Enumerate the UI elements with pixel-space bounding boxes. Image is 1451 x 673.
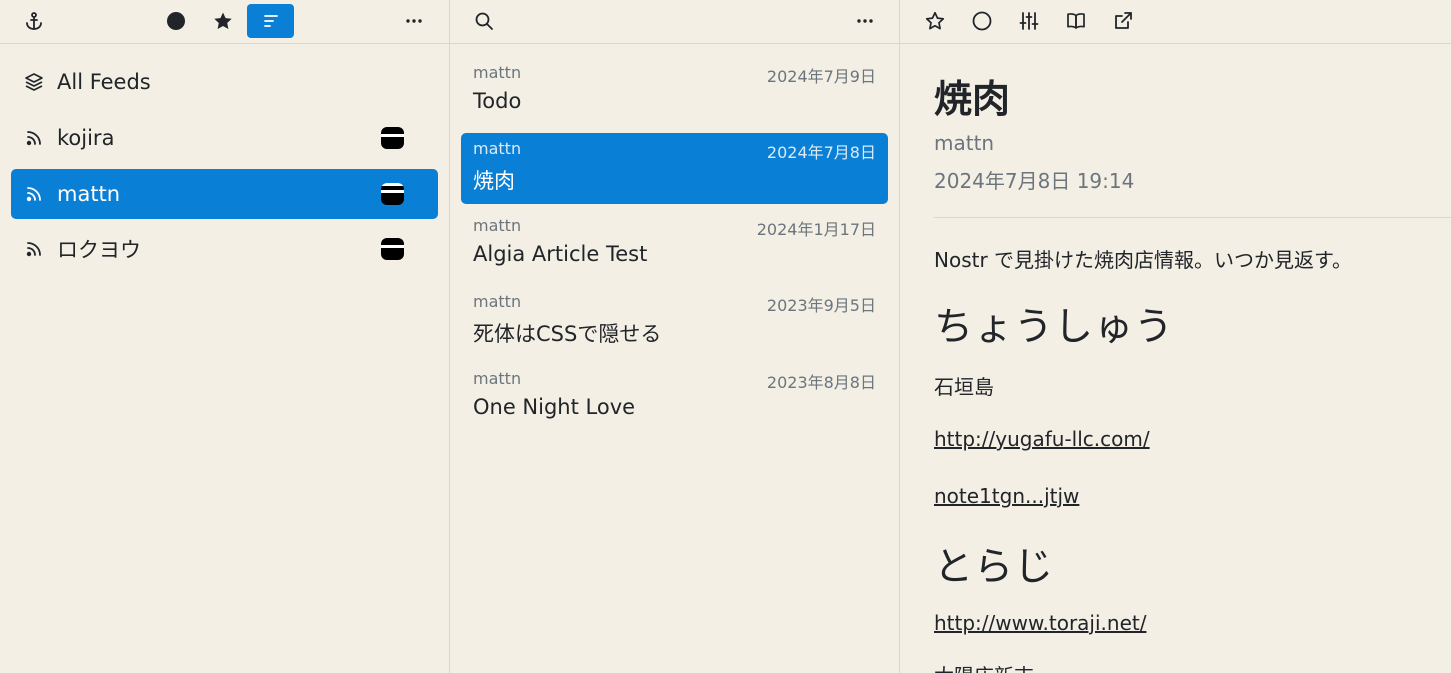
article-author: mattn: [473, 216, 522, 235]
feed-item-kojira[interactable]: kojira: [11, 113, 438, 163]
star-outline-icon: [925, 11, 945, 30]
articles-toolbar: [450, 0, 899, 44]
feed-badge-icon: [381, 127, 404, 149]
more-horizontal-icon: [857, 19, 873, 23]
feed-item-all-feeds[interactable]: All Feeds: [11, 57, 438, 107]
article-author: mattn: [473, 139, 522, 158]
layers-icon: [23, 71, 45, 93]
mark-unread-button[interactable]: [964, 4, 1000, 38]
star-filled-icon: [214, 12, 232, 29]
article-title: 焼肉: [473, 169, 515, 193]
article-title: One Night Love: [473, 395, 636, 419]
article-date: 2023年8月8日: [766, 373, 876, 392]
articles-pane: mattn 2024年7月9日 Todo mattn 2024年7月8日 焼肉 …: [450, 0, 900, 673]
article-item[interactable]: mattn 2024年1月17日 Algia Article Test: [461, 210, 888, 281]
content-heading: ちょうしゅう: [934, 305, 1175, 350]
reader-toolbar: [900, 0, 1451, 44]
articles-more-button[interactable]: [847, 4, 883, 38]
circle-outline-icon: [972, 11, 992, 31]
anchor-button[interactable]: [16, 4, 52, 38]
article-date: 2023年9月5日: [766, 296, 876, 315]
feed-item-rokuyou[interactable]: ロクヨウ: [11, 224, 438, 274]
settings-button[interactable]: [1011, 4, 1047, 38]
feeds-toolbar: [0, 0, 449, 44]
content-paragraph: 石垣島: [934, 375, 994, 399]
star-button[interactable]: [917, 4, 953, 38]
sliders-icon: [1019, 12, 1039, 30]
unread-filter-button[interactable]: [158, 4, 194, 38]
reader-pane: 焼肉 mattn 2024年7月8日 19:14 Nostr で見掛けた焼肉店情…: [900, 0, 1451, 673]
article-item[interactable]: mattn 2024年7月9日 Todo: [461, 57, 888, 128]
more-horizontal-icon: [406, 19, 422, 23]
search-icon: [475, 12, 493, 30]
content-paragraph: Nostr で見掛けた焼肉店情報。いつか見返す。: [934, 248, 1353, 272]
content-paragraph: 太陽店新吉: [934, 660, 1034, 673]
reader-view-button[interactable]: [1058, 4, 1094, 38]
feed-item-mattn[interactable]: mattn: [11, 169, 438, 219]
article-title: Algia Article Test: [473, 242, 648, 266]
content-link[interactable]: http://www.toraji.net/: [934, 611, 1146, 635]
external-link-icon: [1115, 12, 1132, 29]
content-link[interactable]: note1tgn...jtjw: [934, 484, 1079, 508]
list-left-icon: [263, 15, 278, 27]
filled-circle-icon: [167, 12, 185, 30]
article-author: mattn: [473, 292, 522, 311]
article-date: 2024年7月9日: [766, 67, 876, 86]
search-button[interactable]: [466, 4, 502, 38]
feed-label: ロクヨウ: [57, 238, 141, 262]
article-title: Todo: [473, 89, 522, 113]
article-heading: 焼肉: [934, 77, 1011, 121]
feed-label: mattn: [57, 182, 121, 206]
content-heading: とらじ: [934, 545, 1055, 590]
article-datetime: 2024年7月8日 19:14: [934, 169, 1135, 193]
article-item[interactable]: mattn 2023年9月5日 死体はCSSで隠せる: [461, 286, 888, 357]
article-item-selected[interactable]: mattn 2024年7月8日 焼肉: [461, 133, 888, 204]
open-external-button[interactable]: [1105, 4, 1141, 38]
article-date: 2024年1月17日: [756, 220, 876, 239]
feeds-pane: All Feeds kojira mattn ロクヨウ: [0, 0, 450, 673]
article-item[interactable]: mattn 2023年8月8日 One Night Love: [461, 363, 888, 434]
feed-label: All Feeds: [57, 70, 151, 94]
header-divider: [934, 217, 1451, 218]
article-date: 2024年7月8日: [766, 143, 876, 162]
rss-icon: [23, 183, 45, 205]
starred-filter-button[interactable]: [205, 4, 241, 38]
all-filter-button[interactable]: [247, 4, 294, 38]
open-book-icon: [1067, 13, 1085, 29]
rss-icon: [23, 127, 45, 149]
article-title: 死体はCSSで隠せる: [473, 322, 662, 346]
article-author: mattn: [473, 63, 522, 82]
rss-icon: [23, 238, 45, 260]
feeds-more-button[interactable]: [396, 4, 432, 38]
article-author: mattn: [473, 369, 522, 388]
anchor-icon: [26, 12, 42, 30]
article-author: mattn: [934, 131, 995, 155]
content-link[interactable]: http://yugafu-llc.com/: [934, 427, 1150, 451]
feed-badge-icon: [381, 238, 404, 260]
feed-label: kojira: [57, 126, 115, 150]
feed-badge-icon: [381, 183, 404, 205]
